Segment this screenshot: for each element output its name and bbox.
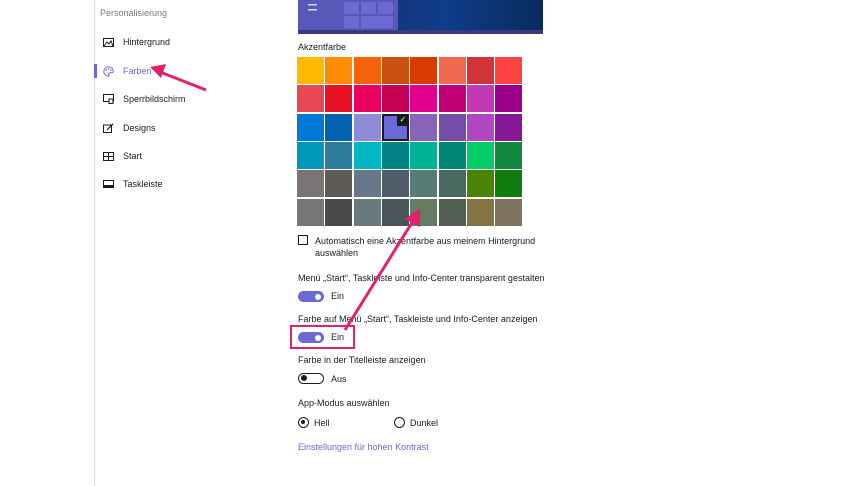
start-icon: [102, 151, 114, 161]
accent-color-swatch[interactable]: [381, 170, 409, 198]
titlebar-toggle[interactable]: [298, 373, 324, 384]
app-mode-dark-label: Dunkel: [410, 418, 439, 428]
accent-color-swatch[interactable]: [438, 113, 466, 141]
accent-color-swatch[interactable]: [297, 170, 324, 198]
auto-accent-checkbox[interactable]: [298, 235, 308, 245]
lockscreen-icon: [102, 94, 114, 104]
theme-preview: [298, 0, 543, 34]
accent-color-swatch[interactable]: [353, 57, 381, 84]
toggle-knob: [301, 375, 307, 381]
accent-color-swatch[interactable]: [325, 198, 353, 226]
accent-color-swatch[interactable]: [495, 57, 523, 84]
accent-color-swatch[interactable]: [353, 113, 381, 141]
sidebar-item-label: Sperrbildschirm: [123, 94, 186, 104]
high-contrast-link[interactable]: Einstellungen für hohen Kontrast: [298, 442, 429, 452]
accent-color-swatch[interactable]: [410, 57, 438, 84]
sidebar-item-taskleiste[interactable]: Taskleiste: [94, 172, 264, 196]
accent-color-swatch[interactable]: [297, 141, 324, 169]
image-icon: [102, 37, 114, 47]
accent-color-swatch[interactable]: [495, 85, 523, 113]
accent-color-swatch[interactable]: [466, 198, 494, 226]
transparency-state: Ein: [331, 291, 345, 301]
sidebar-item-label: Farben: [123, 66, 152, 76]
transparency-label: Menü „Start“, Taskleiste und Info-Center…: [298, 273, 545, 283]
palette-icon: [102, 65, 114, 77]
sidebar-item-label: Designs: [123, 123, 156, 133]
accent-color-swatch[interactable]: [297, 57, 324, 84]
color-on-start-label: Farbe auf Menü „Start“, Taskleiste und I…: [298, 314, 538, 324]
titlebar-state: Aus: [331, 374, 347, 384]
titlebar-label: Farbe in der Titelleiste anzeigen: [298, 355, 426, 365]
accent-color-swatch[interactable]: [495, 198, 523, 226]
accent-color-swatch[interactable]: [495, 141, 523, 169]
app-mode-label: App-Modus auswählen: [298, 398, 390, 408]
accent-color-swatch[interactable]: [466, 57, 494, 84]
accent-color-swatch[interactable]: [466, 141, 494, 169]
accent-color-swatch[interactable]: [353, 85, 381, 113]
accent-color-swatch[interactable]: ✓: [381, 113, 409, 141]
accent-color-swatch[interactable]: [381, 57, 409, 84]
accent-color-swatch[interactable]: [410, 198, 438, 226]
accent-color-swatch[interactable]: [495, 170, 523, 198]
sidebar-item-farben[interactable]: Farben: [94, 59, 264, 83]
app-mode-light-radio[interactable]: [298, 417, 309, 428]
accent-color-swatch[interactable]: [438, 141, 466, 169]
sidebar-item-start[interactable]: Start: [94, 144, 264, 168]
sidebar-item-hintergrund[interactable]: Hintergrund: [94, 30, 264, 54]
accent-color-swatch[interactable]: [353, 198, 381, 226]
accent-color-swatch[interactable]: [353, 170, 381, 198]
accent-color-swatch[interactable]: [381, 141, 409, 169]
toggle-knob: [315, 293, 321, 300]
accent-color-swatch[interactable]: [325, 113, 353, 141]
auto-accent-label: Automatisch eine Akzentfarbe aus meinem …: [315, 236, 536, 258]
accent-color-heading: Akzentfarbe: [298, 42, 347, 52]
accent-color-swatch[interactable]: [495, 113, 523, 141]
sidebar-heading: Personalisierung: [100, 8, 168, 18]
accent-color-swatch[interactable]: [438, 170, 466, 198]
accent-color-swatch[interactable]: [297, 85, 324, 113]
accent-color-swatch[interactable]: [325, 57, 353, 84]
accent-color-swatch[interactable]: [438, 57, 466, 84]
sidebar-item-designs[interactable]: Designs: [94, 116, 264, 140]
sidebar-item-label: Hintergrund: [123, 37, 171, 47]
app-mode-light-label: Hell: [314, 418, 330, 428]
sidebar-item-sperrbildschirm[interactable]: Sperrbildschirm: [94, 87, 264, 111]
sidebar-item-label: Start: [123, 151, 143, 161]
accent-color-swatch[interactable]: [410, 113, 438, 141]
accent-color-swatch[interactable]: [381, 85, 409, 113]
accent-color-swatch[interactable]: [466, 85, 494, 113]
accent-color-swatch[interactable]: [410, 141, 438, 169]
annotation-highlight-box: [290, 325, 355, 349]
accent-color-swatch[interactable]: [410, 85, 438, 113]
sidebar-item-label: Taskleiste: [123, 179, 163, 189]
accent-color-swatch[interactable]: [325, 85, 353, 113]
app-mode-dark-radio[interactable]: [394, 417, 405, 428]
accent-color-swatch[interactable]: [466, 113, 494, 141]
checkmark-icon: ✓: [396, 113, 409, 126]
active-indicator: [94, 64, 97, 78]
accent-color-swatch[interactable]: [438, 198, 466, 226]
transparency-toggle[interactable]: [298, 291, 324, 302]
accent-color-swatch[interactable]: [325, 170, 353, 198]
brush-icon: [102, 123, 114, 133]
accent-color-swatch[interactable]: [325, 141, 353, 169]
taskbar-icon: [102, 179, 114, 189]
accent-color-swatch[interactable]: [410, 170, 438, 198]
accent-color-swatch[interactable]: [438, 85, 466, 113]
accent-color-swatch[interactable]: [297, 198, 324, 226]
accent-color-swatch[interactable]: [381, 198, 409, 226]
accent-color-swatch[interactable]: [353, 141, 381, 169]
accent-color-swatch[interactable]: [466, 170, 494, 198]
accent-color-swatch[interactable]: [297, 113, 324, 141]
